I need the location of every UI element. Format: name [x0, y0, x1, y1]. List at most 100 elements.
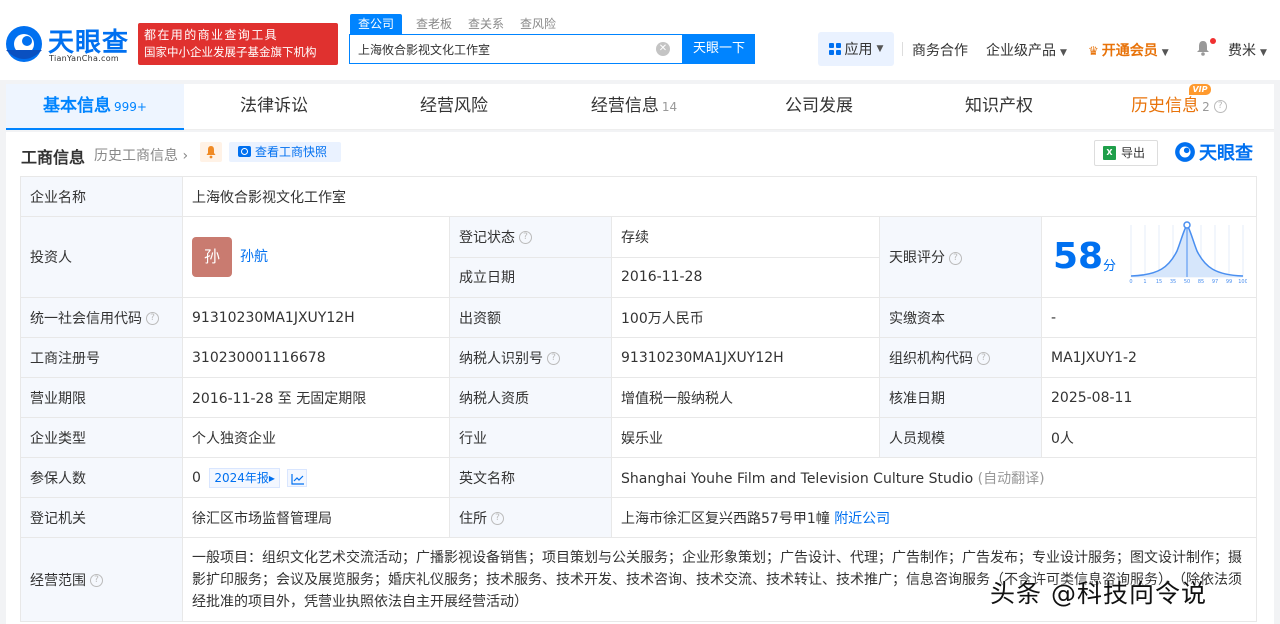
- investor-link[interactable]: 孙航: [240, 249, 268, 265]
- tab-label: 公司发展: [785, 96, 853, 116]
- score-axis-tick: 85: [1198, 279, 1204, 285]
- approve-date: 2025-08-11: [1040, 377, 1258, 418]
- tab-risk[interactable]: 经营风险: [364, 84, 544, 130]
- help-icon[interactable]: ?: [90, 574, 103, 587]
- search-tab-boss[interactable]: 查老板: [416, 14, 452, 34]
- avatar[interactable]: 孙: [192, 237, 232, 277]
- user-menu[interactable]: 费米 ▼: [1228, 40, 1267, 60]
- score-axis-tick: 15: [1156, 279, 1162, 285]
- tab-basic-info[interactable]: 基本信息 999+: [6, 84, 184, 130]
- tab-operation[interactable]: 经营信息 14: [544, 84, 724, 130]
- search-input[interactable]: [358, 35, 648, 63]
- help-icon[interactable]: ?: [146, 312, 159, 325]
- score-value: 58: [1053, 236, 1104, 277]
- tab-development[interactable]: 公司发展: [724, 84, 914, 130]
- paid-capital: -: [1040, 297, 1258, 338]
- help-icon[interactable]: ?: [491, 512, 504, 525]
- tab-ip[interactable]: 知识产权: [914, 84, 1084, 130]
- business-cooperation-link[interactable]: 商务合作: [912, 40, 968, 60]
- top-bar: 天眼查 TianYanCha.com 都在用的商业查询工具 国家中小企业发展子基…: [0, 0, 1280, 80]
- vip-membership-menu[interactable]: ♛ 开通会员 ▼: [1088, 40, 1169, 60]
- label-cell: 企业名称: [20, 176, 183, 217]
- org-code: MA1JXUY1-2: [1040, 337, 1258, 378]
- industry: 娱乐业: [611, 417, 880, 458]
- english-name: Shanghai Youhe Film and Television Cultu…: [621, 470, 974, 487]
- label-cell: 英文名称: [449, 457, 612, 498]
- table-row: 统一社会信用代码? 91310230MA1JXUY12H 出资额 100万人民币…: [20, 297, 1258, 338]
- auto-translate-note: (自动翻译): [977, 470, 1045, 487]
- reg-status: 存续: [611, 216, 880, 258]
- brand-text: 天眼查: [1199, 143, 1253, 164]
- business-info-table: 企业名称 上海攸合影视文化工作室 投资人 孙孙航 登记状态? 存续 天眼评分? …: [20, 176, 1258, 622]
- address: 上海市徐汇区复兴西路57号甲1幢: [621, 510, 830, 527]
- camera-icon: [238, 146, 251, 157]
- score-cell[interactable]: 58 分 0 1 15 35 50 85 97 99 100: [1040, 216, 1258, 298]
- search-tab-company[interactable]: 查公司: [350, 14, 403, 34]
- notification-bell-icon[interactable]: [1196, 40, 1210, 56]
- notification-dot: [1210, 38, 1216, 44]
- label-cell: 行业: [449, 417, 612, 458]
- label-cell: 成立日期: [449, 256, 612, 298]
- enterprise-products-menu[interactable]: 企业级产品 ▼: [986, 40, 1067, 60]
- slogan-line1: 都在用的商业查询工具: [144, 28, 279, 42]
- label-cell: 投资人: [20, 216, 183, 298]
- label-cell: 纳税人识别号?: [449, 337, 612, 378]
- annual-report-label: 2024年报: [214, 470, 269, 485]
- business-info-card: 工商信息 历史工商信息 › 查看工商快照 X 导出 天眼查 企业名称 上海攸合影…: [6, 132, 1274, 624]
- search-button[interactable]: 天眼一下: [683, 34, 755, 64]
- nav-divider: [902, 42, 903, 56]
- score-axis-tick: 100: [1238, 279, 1247, 285]
- org-code-label: 组织机构代码: [889, 350, 973, 367]
- taxpayer-id-label: 纳税人识别号: [459, 350, 543, 367]
- help-icon[interactable]: ?: [949, 251, 962, 265]
- tianyancha-logo[interactable]: 天眼查 TianYanCha.com: [4, 22, 132, 68]
- reg-no: 310230001116678: [182, 337, 450, 378]
- label-cell: 统一社会信用代码?: [20, 297, 183, 338]
- label-cell: 企业类型: [20, 417, 183, 458]
- company-tabs: 基本信息 999+ 法律诉讼 经营风险 经营信息 14 公司发展 知识产权 历史信息…: [6, 84, 1274, 130]
- tab-count: 999+: [114, 100, 147, 114]
- search-type-tabs: 查公司 查老板 查关系 查风险: [350, 14, 572, 34]
- section-title: 工商信息: [21, 148, 86, 167]
- chevron-down-icon: ▼: [1060, 48, 1067, 58]
- annual-report-tag[interactable]: 2024年报▸: [209, 467, 280, 488]
- bell-icon: [206, 146, 216, 159]
- tab-count: 2: [1202, 100, 1210, 114]
- help-icon[interactable]: ?: [1213, 99, 1227, 113]
- view-snapshot-button[interactable]: 查看工商快照: [229, 142, 341, 162]
- label-cell: 核准日期: [879, 377, 1042, 418]
- apps-menu[interactable]: 应用 ▼: [818, 32, 894, 66]
- history-business-info-link[interactable]: 历史工商信息 ›: [94, 145, 188, 165]
- tianyancha-watermark-logo: 天眼查: [1174, 140, 1253, 164]
- table-row: 参保人数 0 2024年报▸ 英文名称 Shanghai Youhe Film …: [20, 457, 1258, 498]
- nearby-companies-link[interactable]: 附近公司: [834, 511, 890, 527]
- help-icon[interactable]: ?: [977, 352, 990, 365]
- score-axis-tick: 97: [1212, 279, 1218, 285]
- snapshot-label: 查看工商快照: [255, 145, 328, 159]
- business-term: 2016-11-28 至 无固定期限: [182, 377, 450, 418]
- tab-legal[interactable]: 法律诉讼: [184, 84, 364, 130]
- help-icon[interactable]: ?: [547, 352, 560, 365]
- search-tab-relation[interactable]: 查关系: [468, 14, 504, 34]
- subscribe-bell-button[interactable]: [200, 142, 222, 162]
- trend-chart-icon[interactable]: [287, 468, 308, 487]
- clear-icon[interactable]: ✕: [656, 42, 670, 56]
- label-cell: 工商注册号: [20, 337, 183, 378]
- export-button[interactable]: X 导出: [1094, 140, 1158, 166]
- tax-qualification: 增值税一般纳税人: [611, 377, 880, 418]
- tab-label: 经营风险: [420, 96, 488, 116]
- found-date: 2016-11-28: [611, 256, 880, 298]
- slogan-line2: 国家中小企业发展子基金旗下机构: [144, 45, 317, 59]
- search-tab-risk[interactable]: 查风险: [520, 14, 556, 34]
- vip-badge: VIP: [1189, 84, 1211, 95]
- tab-label: 知识产权: [965, 96, 1033, 116]
- export-label: 导出: [1121, 146, 1146, 160]
- eye-logo-icon: [1175, 142, 1195, 162]
- toutiao-watermark: 头条 @科技向令说: [990, 579, 1207, 608]
- help-icon[interactable]: ?: [519, 231, 532, 245]
- vip-label: 开通会员: [1101, 43, 1158, 59]
- tab-history[interactable]: 历史信息 2?: [1084, 84, 1274, 130]
- chevron-down-icon: ▼: [1161, 48, 1169, 58]
- tab-label: 法律诉讼: [240, 96, 308, 116]
- address-label: 住所: [459, 510, 487, 527]
